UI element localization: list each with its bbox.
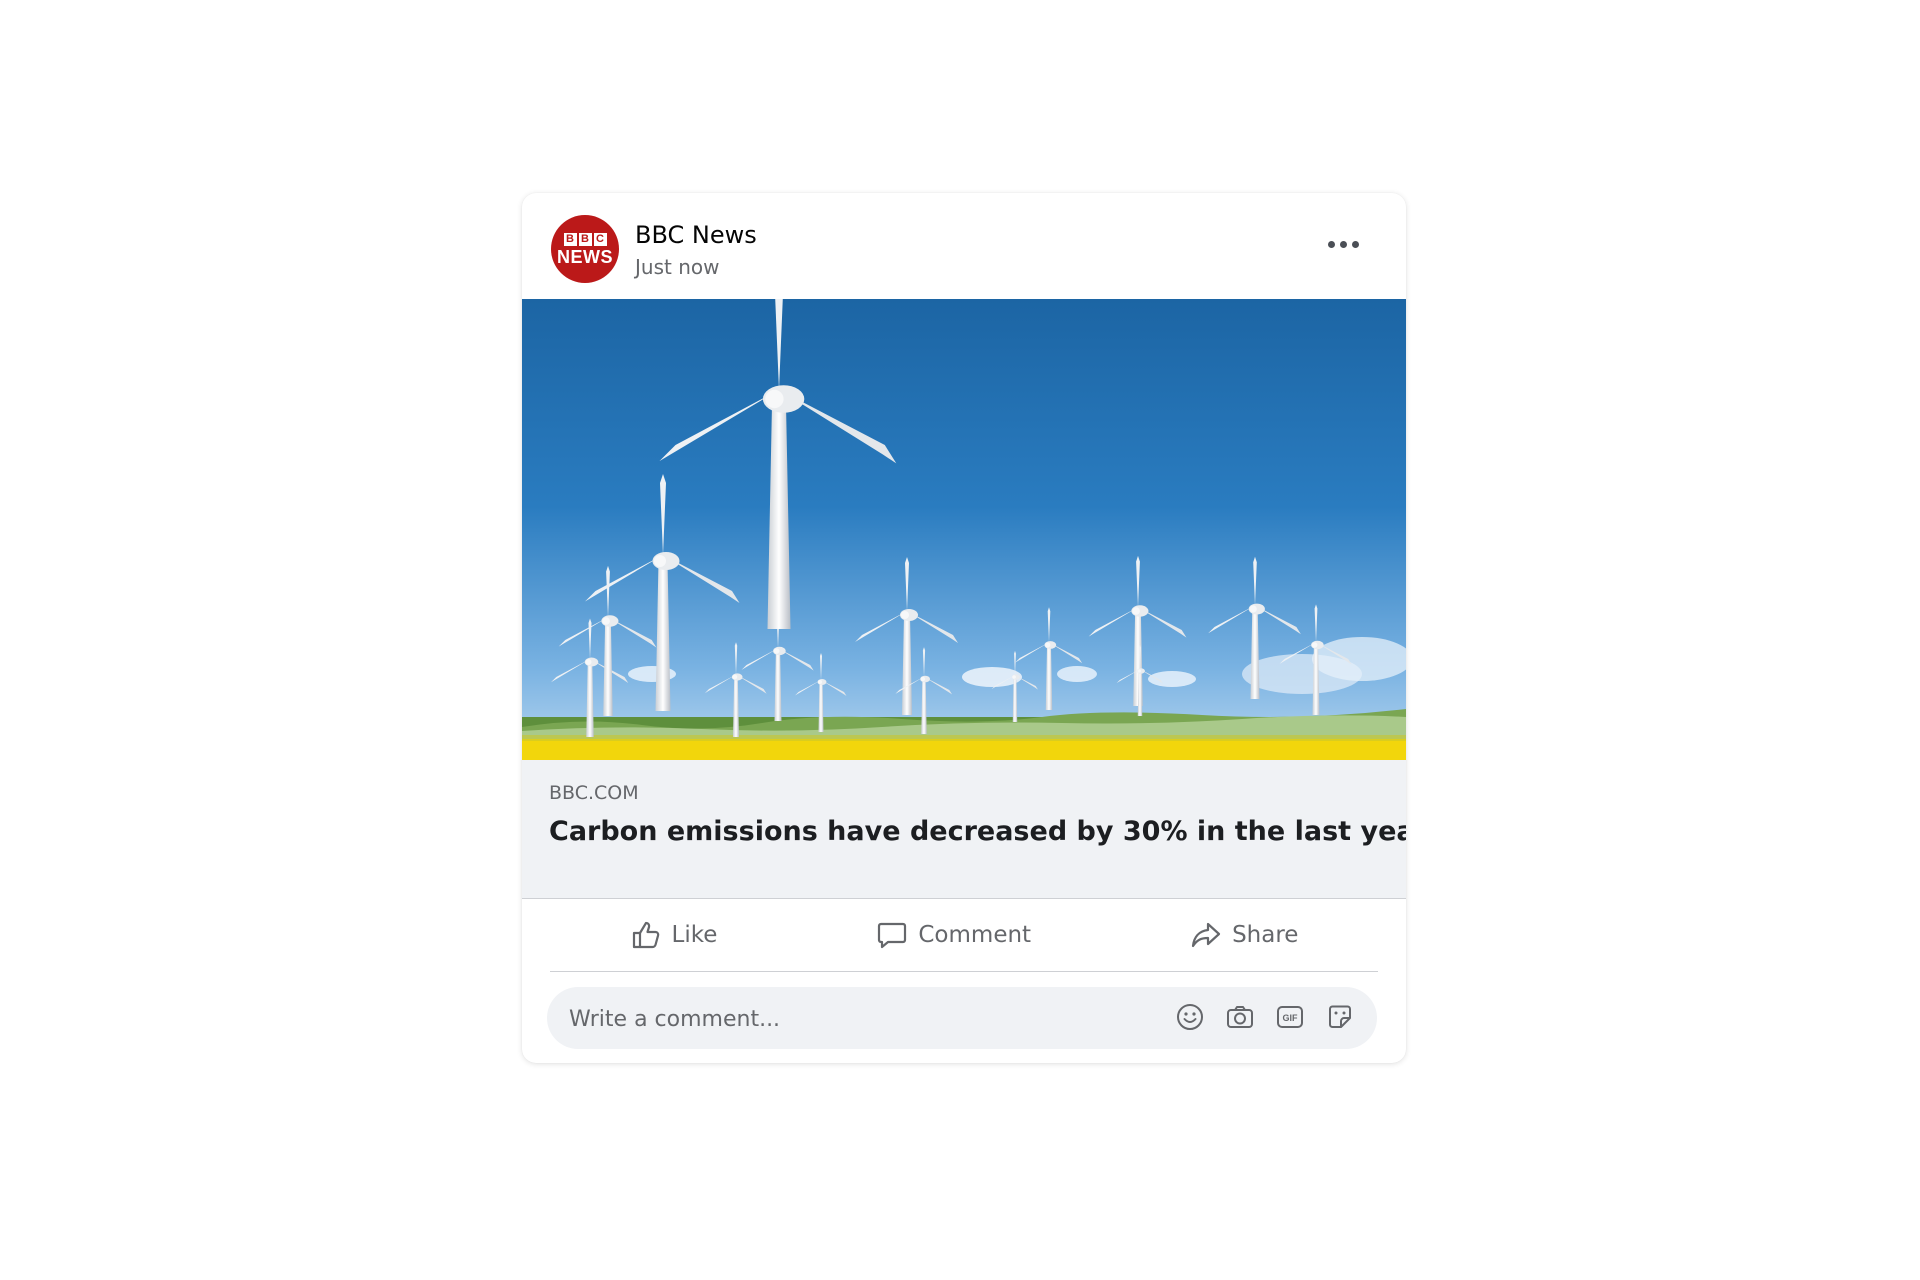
thumbs-up-icon — [632, 921, 659, 949]
gif-icon[interactable]: GIF — [1275, 1002, 1305, 1032]
link-title[interactable]: Carbon emissions have decreased by 30% i… — [549, 816, 1406, 847]
comment-button[interactable]: Comment — [846, 911, 1061, 959]
sticker-icon[interactable] — [1325, 1002, 1355, 1032]
post-card: B B C NEWS BBC News Just now BBC.COM Car… — [522, 193, 1406, 1063]
avatar[interactable]: B B C NEWS — [551, 215, 619, 283]
share-label: Share — [1232, 922, 1299, 948]
post-header: B B C NEWS BBC News Just now — [522, 193, 1406, 299]
bbc-logo-block: B — [578, 232, 592, 246]
ellipsis-icon — [1327, 240, 1335, 248]
post-actions: Like Comment Share — [550, 899, 1378, 972]
more-options-button[interactable] — [1320, 229, 1366, 259]
comment-icon — [878, 922, 907, 949]
link-domain: BBC.COM — [549, 782, 639, 804]
bbc-logo-block: B — [563, 232, 577, 246]
emoji-icon[interactable] — [1175, 1002, 1205, 1032]
post-timestamp[interactable]: Just now — [635, 255, 719, 279]
share-arrow-icon — [1191, 922, 1221, 948]
share-button[interactable]: Share — [1160, 911, 1328, 959]
camera-icon[interactable] — [1225, 1002, 1255, 1032]
page-name[interactable]: BBC News — [635, 221, 757, 249]
like-label: Like — [671, 922, 718, 948]
bbc-logo-word: NEWS — [557, 246, 613, 267]
svg-text:GIF: GIF — [1283, 1013, 1299, 1023]
comment-composer: GIF — [547, 987, 1377, 1051]
comment-label: Comment — [918, 922, 1032, 948]
comment-input[interactable] — [567, 987, 1131, 1051]
comment-tools: GIF — [1175, 1002, 1355, 1032]
ellipsis-icon — [1351, 240, 1359, 248]
bbc-logo-blocks: B B C — [563, 232, 607, 246]
like-button[interactable]: Like — [600, 911, 748, 959]
wind-turbines-photo[interactable] — [522, 299, 1406, 760]
link-preview[interactable]: BBC.COM Carbon emissions have decreased … — [522, 760, 1406, 899]
bbc-logo-block: C — [593, 232, 607, 246]
ellipsis-icon — [1339, 240, 1347, 248]
